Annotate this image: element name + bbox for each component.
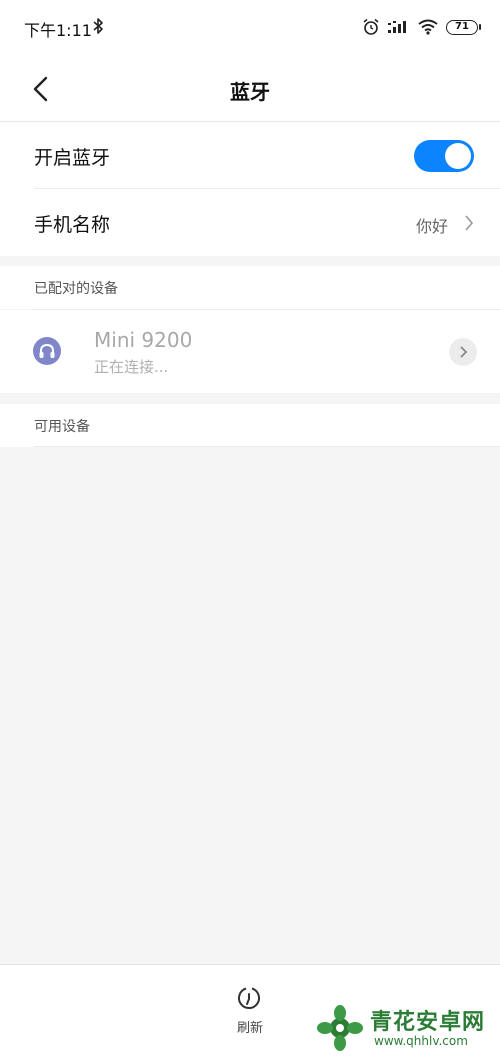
settings-card: 开启蓝牙 手机名称 你好 — [0, 122, 500, 256]
device-status: 正在连接... — [94, 358, 169, 376]
status-bar: 下午1:11 71 — [0, 0, 500, 56]
device-name: Mini 9200 — [94, 328, 193, 352]
alarm-icon — [363, 18, 379, 35]
watermark: 青花安卓网 www.qhhlv.com — [312, 996, 498, 1054]
headset-icon — [33, 337, 61, 365]
wifi-icon — [418, 19, 438, 35]
paired-device-row[interactable]: Mini 9200 正在连接... — [0, 310, 500, 393]
watermark-logo-icon — [317, 1005, 363, 1051]
status-time: 下午1:11 — [24, 21, 92, 40]
refresh-icon — [238, 987, 260, 1010]
title-bar: 蓝牙 — [0, 56, 500, 122]
phone-name-label: 手机名称 — [34, 214, 111, 236]
chevron-right-icon — [460, 346, 468, 358]
divider — [34, 309, 500, 310]
status-icons: 71 — [362, 18, 481, 36]
phone-name-value: 你好 — [415, 217, 448, 236]
device-details-button[interactable] — [449, 338, 477, 366]
bluetooth-toggle[interactable] — [414, 140, 474, 172]
battery-icon: 71 — [446, 19, 481, 35]
bluetooth-toggle-row[interactable]: 开启蓝牙 — [0, 122, 500, 188]
bluetooth-icon — [93, 18, 103, 34]
paired-section-label: 已配对的设备 — [34, 281, 118, 297]
toggle-knob — [445, 143, 471, 169]
chevron-right-icon — [465, 215, 474, 231]
page-title: 蓝牙 — [230, 80, 270, 104]
watermark-url: www.qhhlv.com — [374, 1034, 468, 1048]
available-section-label: 可用设备 — [34, 419, 90, 435]
available-section-header: 可用设备 — [0, 404, 500, 447]
divider — [34, 446, 500, 447]
signal-icon — [388, 21, 406, 33]
paired-section-header: 已配对的设备 — [0, 266, 500, 309]
phone-name-row[interactable]: 手机名称 你好 — [0, 189, 500, 256]
watermark-name: 青花安卓网 — [370, 1010, 486, 1035]
bluetooth-label: 开启蓝牙 — [34, 147, 111, 169]
